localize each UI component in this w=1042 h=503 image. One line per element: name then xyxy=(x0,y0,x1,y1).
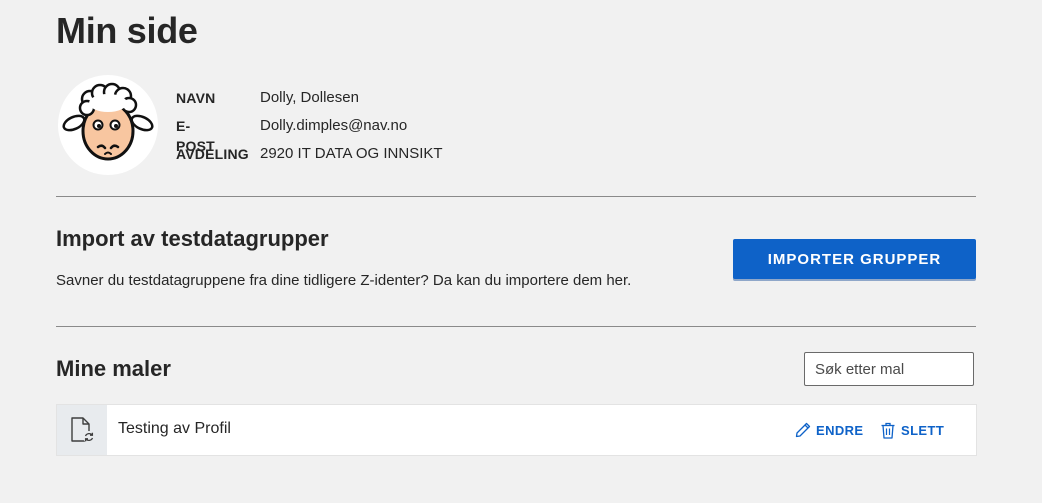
divider xyxy=(56,196,976,197)
template-icon-box xyxy=(57,405,107,455)
sheep-icon xyxy=(62,82,154,161)
divider xyxy=(56,326,976,327)
profile-value-avdeling: 2920 IT DATA OG INNSIKT xyxy=(260,145,443,162)
profile-label-avdeling: AVDELING xyxy=(176,146,249,162)
delete-template-label: SLETT xyxy=(901,422,945,438)
template-file-icon xyxy=(71,417,95,443)
import-groups-button[interactable]: IMPORTER GRUPPER xyxy=(733,239,976,279)
pencil-icon xyxy=(795,422,811,438)
import-description: Savner du testdatagruppene fra dine tidl… xyxy=(56,272,632,289)
profile-value-epost: Dolly.dimples@nav.no xyxy=(260,117,408,134)
page-title: Min side xyxy=(56,10,198,51)
avatar xyxy=(58,75,158,175)
template-row: Testing av Profil ENDRE SLETT xyxy=(56,404,977,456)
edit-template-button[interactable]: ENDRE xyxy=(795,419,864,441)
trash-icon xyxy=(881,422,895,439)
import-section-title: Import av testdatagrupper xyxy=(56,226,329,251)
templates-section-title: Mine maler xyxy=(56,356,171,381)
profile-label-navn: NAVN xyxy=(176,90,216,106)
profile-value-navn: Dolly, Dollesen xyxy=(260,89,359,106)
profile-section: NAVN Dolly, Dollesen E-POST Dolly.dimple… xyxy=(56,75,976,177)
template-search-input[interactable] xyxy=(804,352,974,386)
template-name: Testing av Profil xyxy=(118,420,231,437)
delete-template-button[interactable]: SLETT xyxy=(880,419,944,441)
edit-template-label: ENDRE xyxy=(816,422,864,438)
